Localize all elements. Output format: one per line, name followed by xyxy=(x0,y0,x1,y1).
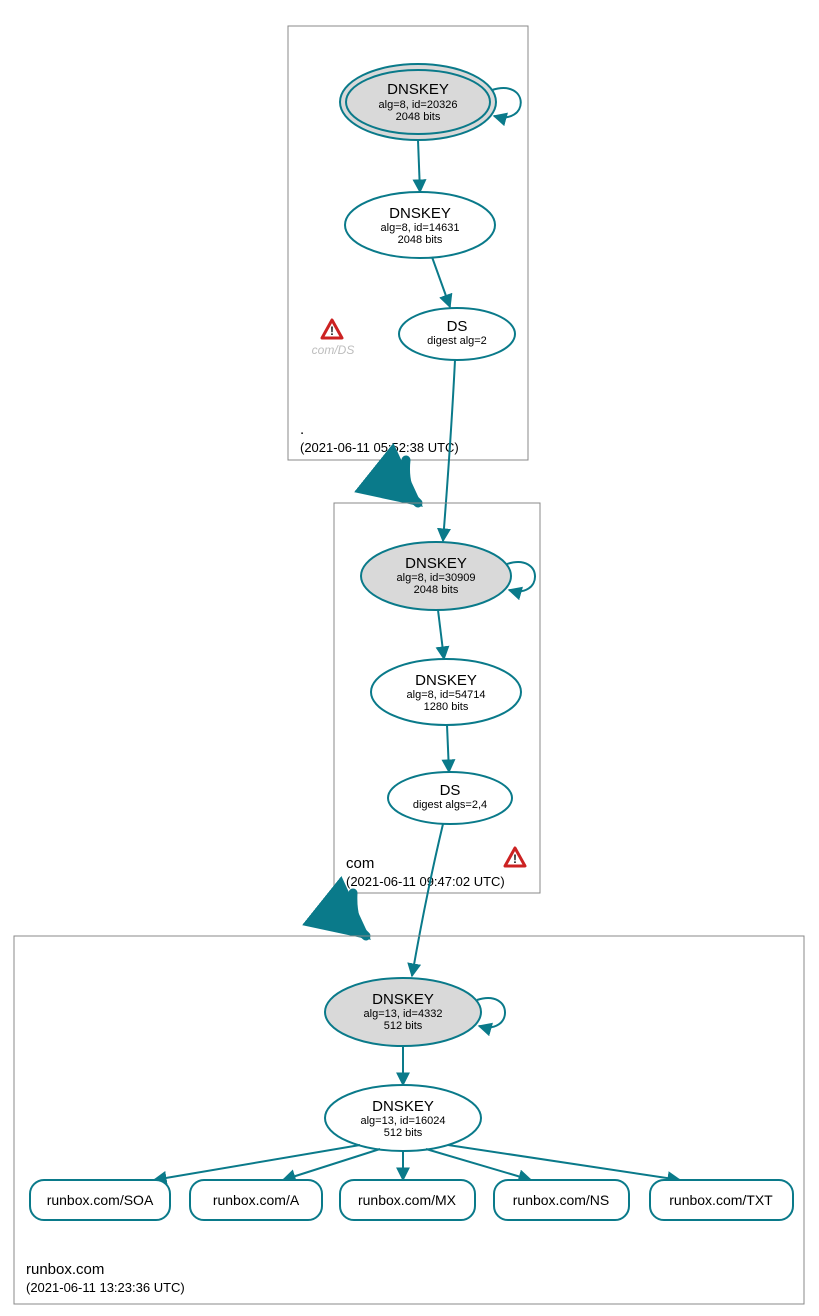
edge-zsk-soa xyxy=(154,1145,360,1180)
node-line2: digest algs=2,4 xyxy=(413,799,487,811)
leaf-soa: runbox.com/SOA xyxy=(30,1180,170,1220)
edge-delegation-root-com xyxy=(406,460,419,503)
zone-domain-name: runbox.com xyxy=(26,1261,104,1278)
node-title: DNSKEY xyxy=(387,81,449,98)
com-ds-missing-label: com/DS xyxy=(312,343,355,357)
node-line3: 1280 bits xyxy=(424,701,469,713)
edge-com-zsk-ds xyxy=(447,725,449,772)
node-title: DS xyxy=(447,318,468,335)
zone-com: com (2021-06-11 09:47:02 UTC) DNSKEY alg… xyxy=(334,503,540,893)
node-line2: alg=8, id=30909 xyxy=(397,572,476,584)
edge-zsk-a xyxy=(283,1149,380,1180)
leaf-a: runbox.com/A xyxy=(190,1180,322,1220)
node-line3: 2048 bits xyxy=(414,584,459,596)
edge-zsk-txt xyxy=(448,1145,680,1180)
node-line2: alg=13, id=16024 xyxy=(360,1115,445,1127)
svg-text:runbox.com/A: runbox.com/A xyxy=(213,1192,300,1208)
node-line2: alg=8, id=14631 xyxy=(381,222,460,234)
node-line2: alg=13, id=4332 xyxy=(364,1008,443,1020)
zone-root: . (2021-06-11 05:52:38 UTC) DNSKEY alg=8… xyxy=(288,26,528,460)
edge-com-ds-dom-ksk xyxy=(412,824,443,976)
warning-icon: ! xyxy=(322,320,342,338)
leaf-txt: runbox.com/TXT xyxy=(650,1180,793,1220)
node-line2: alg=8, id=54714 xyxy=(407,689,486,701)
zone-com-timestamp: (2021-06-11 09:47:02 UTC) xyxy=(346,874,505,889)
leaf-mx: runbox.com/MX xyxy=(340,1180,475,1220)
node-title: DNSKEY xyxy=(372,991,434,1008)
svg-text:runbox.com/TXT: runbox.com/TXT xyxy=(669,1192,773,1208)
node-title: DNSKEY xyxy=(372,1098,434,1115)
warning-icon: ! xyxy=(505,848,525,866)
dnssec-graph: . (2021-06-11 05:52:38 UTC) DNSKEY alg=8… xyxy=(0,0,819,1316)
edge-root-zsk-ds xyxy=(432,257,450,307)
node-dom-ksk: DNSKEY alg=13, id=4332 512 bits xyxy=(325,978,481,1046)
svg-text:runbox.com/NS: runbox.com/NS xyxy=(513,1192,609,1208)
node-com-ds: DS digest algs=2,4 xyxy=(388,772,512,824)
node-title: DNSKEY xyxy=(389,205,451,222)
node-title: DNSKEY xyxy=(415,672,477,689)
node-com-zsk: DNSKEY alg=8, id=54714 1280 bits xyxy=(371,659,521,725)
edge-com-ksk-zsk xyxy=(438,610,444,659)
node-line3: 512 bits xyxy=(384,1020,423,1032)
zone-root-name: . xyxy=(300,421,304,438)
node-dom-zsk: DNSKEY alg=13, id=16024 512 bits xyxy=(325,1085,481,1151)
node-root-zsk: DNSKEY alg=8, id=14631 2048 bits xyxy=(345,192,495,258)
node-root-ds: DS digest alg=2 xyxy=(399,308,515,360)
zone-domain-timestamp: (2021-06-11 13:23:36 UTC) xyxy=(26,1280,185,1295)
node-title: DS xyxy=(440,782,461,799)
leaf-ns: runbox.com/NS xyxy=(494,1180,629,1220)
edge-delegation-com-domain xyxy=(353,893,366,936)
node-title: DNSKEY xyxy=(405,555,467,572)
svg-text:!: ! xyxy=(330,324,334,338)
zone-com-name: com xyxy=(346,855,374,872)
node-line3: 2048 bits xyxy=(398,234,443,246)
node-line2: alg=8, id=20326 xyxy=(379,99,458,111)
zone-domain: runbox.com (2021-06-11 13:23:36 UTC) DNS… xyxy=(14,936,804,1304)
node-root-ksk: DNSKEY alg=8, id=20326 2048 bits xyxy=(340,64,496,140)
node-com-ksk: DNSKEY alg=8, id=30909 2048 bits xyxy=(361,542,511,610)
node-line3: 2048 bits xyxy=(396,111,441,123)
node-line2: digest alg=2 xyxy=(427,335,487,347)
svg-text:runbox.com/SOA: runbox.com/SOA xyxy=(47,1192,154,1208)
edge-zsk-ns xyxy=(426,1149,531,1180)
svg-text:runbox.com/MX: runbox.com/MX xyxy=(358,1192,457,1208)
zone-root-timestamp: (2021-06-11 05:52:38 UTC) xyxy=(300,440,459,455)
svg-text:!: ! xyxy=(513,852,517,866)
edge-root-ksk-zsk xyxy=(418,140,420,192)
node-line3: 512 bits xyxy=(384,1127,423,1139)
